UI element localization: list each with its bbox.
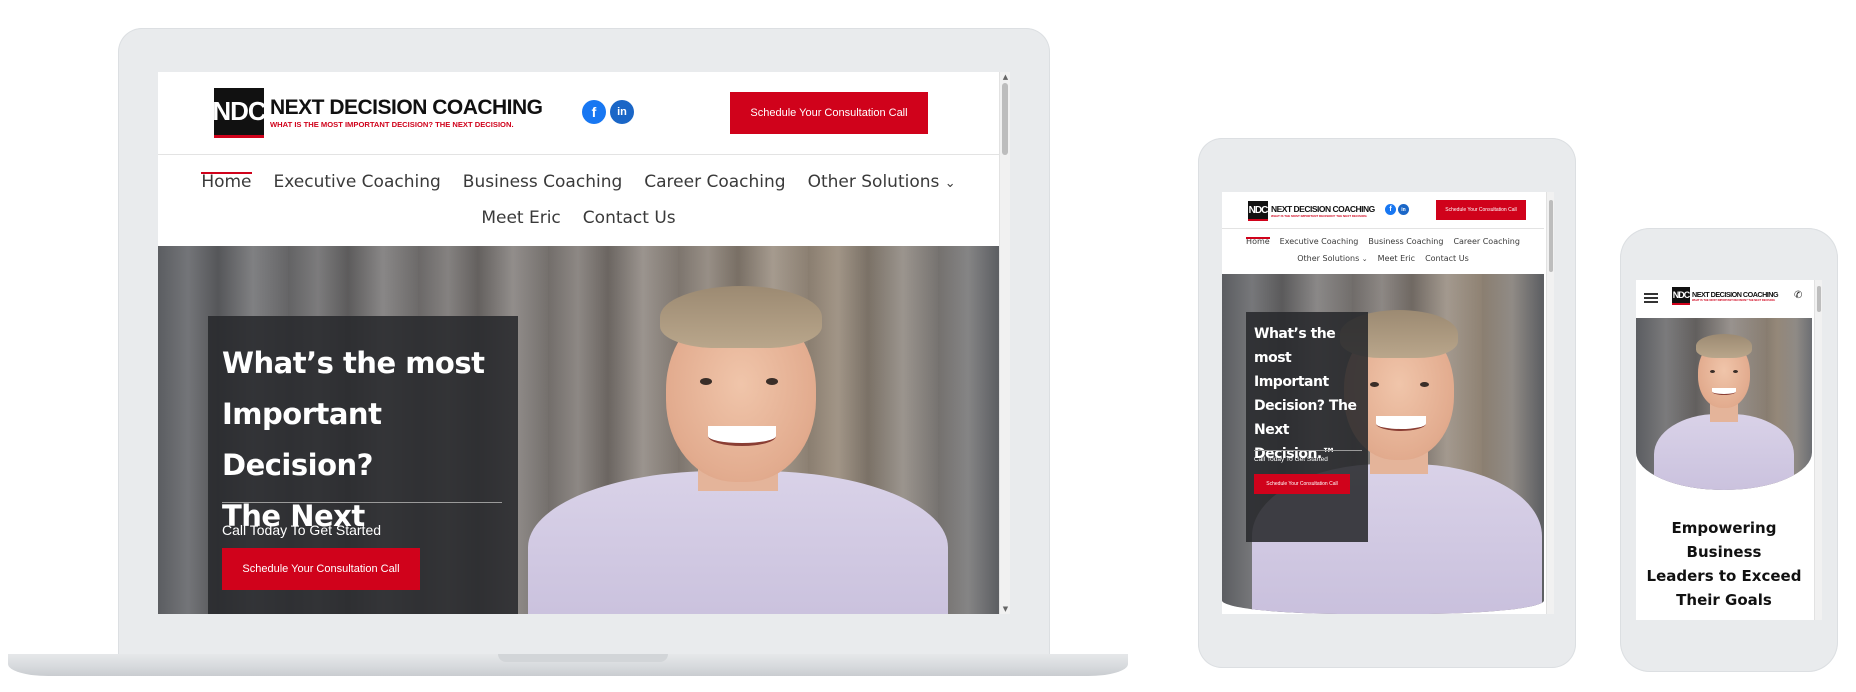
facebook-icon[interactable]: f xyxy=(582,100,606,124)
tablet-header-divider xyxy=(1222,228,1544,229)
tablet-hero-schedule-button[interactable]: Schedule Your Consultation Call xyxy=(1254,474,1350,494)
laptop-screen: NDC NEXT DECISION COACHING WHAT IS THE M… xyxy=(158,72,1010,614)
tablet-nav-career-coaching[interactable]: Career Coaching xyxy=(1453,237,1520,254)
phone-site-logo[interactable]: NDC NEXT DECISION COACHING WHAT IS THE M… xyxy=(1672,287,1779,305)
nav-other-solutions[interactable]: Other Solutions ⌄ xyxy=(808,172,956,208)
hero-subtitle: Call Today To Get Started xyxy=(222,522,382,538)
hero-portrait xyxy=(528,246,948,614)
schedule-consultation-button[interactable]: Schedule Your Consultation Call xyxy=(730,92,928,134)
hero-section: What’s the most Important Decision? The … xyxy=(158,246,999,614)
phone-logo-name: NEXT DECISION COACHING xyxy=(1692,289,1779,299)
tablet-nav: Home Executive Coaching Business Coachin… xyxy=(1222,237,1544,263)
nav-meet-eric[interactable]: Meet Eric xyxy=(481,208,560,228)
phone-screen: NDC NEXT DECISION COACHING WHAT IS THE M… xyxy=(1636,280,1822,620)
phone-tagline: Empowering Business Leaders to Exceed Th… xyxy=(1636,516,1812,612)
tablet-schedule-button[interactable]: Schedule Your Consultation Call xyxy=(1436,200,1526,220)
linkedin-icon[interactable]: in xyxy=(610,100,634,124)
tablet-nav-business-coaching[interactable]: Business Coaching xyxy=(1368,237,1443,254)
tablet-hero-card: What’s the most Important Decision? The … xyxy=(1246,312,1368,542)
tablet-hero-line-3: Decision? The xyxy=(1254,398,1357,414)
tablet-nav-executive-coaching[interactable]: Executive Coaching xyxy=(1280,237,1359,254)
tablet-facebook-icon[interactable]: f xyxy=(1385,204,1396,215)
tablet-nav-other-solutions-label: Other Solutions xyxy=(1297,254,1360,263)
tablet-hero-line-4: Next xyxy=(1254,422,1289,438)
laptop-scrollbar[interactable]: ▲ ▼ xyxy=(999,72,1010,614)
phone-call-icon[interactable]: ✆ xyxy=(1794,290,1802,301)
tablet-screen: NDC NEXT DECISION COACHING WHAT IS THE M… xyxy=(1222,192,1554,614)
logo-mark: NDC xyxy=(212,88,267,138)
tablet-logo-mark: NDC xyxy=(1248,201,1268,221)
tablet-site-logo[interactable]: NDC NEXT DECISION COACHING WHAT IS THE M… xyxy=(1248,201,1375,221)
tablet-linkedin-icon[interactable]: in xyxy=(1398,204,1409,215)
phone-logo-tagline: WHAT IS THE MOST IMPORTANT DECISION? THE… xyxy=(1692,298,1776,302)
nav-career-coaching[interactable]: Career Coaching xyxy=(644,172,785,208)
main-nav: Home Executive Coaching Business Coachin… xyxy=(158,172,999,228)
tablet-social-links: f in xyxy=(1385,204,1409,215)
tablet-hero-divider xyxy=(1254,450,1362,451)
scrollbar-thumb[interactable] xyxy=(1002,83,1008,155)
phone-tagline-line-2: Leaders to Exceed xyxy=(1646,567,1802,585)
nav-contact-us[interactable]: Contact Us xyxy=(583,208,676,228)
phone-tagline-line-1: Empowering Business xyxy=(1671,519,1777,561)
site-logo[interactable]: NDC NEXT DECISION COACHING WHAT IS THE M… xyxy=(212,88,543,138)
tablet-nav-contact-us[interactable]: Contact Us xyxy=(1425,254,1469,263)
hero-schedule-button[interactable]: Schedule Your Consultation Call xyxy=(222,548,420,590)
hero-title-line2: Important Decision? xyxy=(222,397,382,482)
social-links: f in xyxy=(582,100,634,124)
logo-tagline: WHAT IS THE MOST IMPORTANT DECISION? THE… xyxy=(270,120,514,129)
logo-name: NEXT DECISION COACHING xyxy=(270,96,543,119)
hero-title-line1: What’s the most xyxy=(222,346,485,380)
tablet-nav-meet-eric[interactable]: Meet Eric xyxy=(1378,254,1415,263)
tablet-logo-name: NEXT DECISION COACHING xyxy=(1271,203,1375,214)
hamburger-menu-icon[interactable] xyxy=(1644,293,1658,303)
hero-card: What’s the most Important Decision? The … xyxy=(208,316,518,614)
nav-home[interactable]: Home xyxy=(201,172,252,208)
phone-hero-image xyxy=(1636,318,1812,490)
scroll-up-icon[interactable]: ▲ xyxy=(1000,72,1010,82)
nav-other-solutions-label: Other Solutions xyxy=(807,172,940,192)
tablet-nav-home[interactable]: Home xyxy=(1246,237,1270,254)
phone-logo-mark: NDC xyxy=(1672,287,1690,305)
nav-business-coaching[interactable]: Business Coaching xyxy=(463,172,622,208)
phone-scrollbar[interactable] xyxy=(1814,280,1822,620)
tablet-scrollbar-thumb[interactable] xyxy=(1549,200,1553,272)
tablet-chevron-down-icon: ⌄ xyxy=(1361,255,1368,263)
scroll-down-icon[interactable]: ▼ xyxy=(1000,604,1010,614)
header-divider xyxy=(158,154,999,155)
tablet-nav-other-solutions[interactable]: Other Solutions ⌄ xyxy=(1297,254,1367,263)
tablet-hero-line-2: Important xyxy=(1254,374,1329,390)
tablet-hero-subtitle: Call Today To Get Started xyxy=(1254,456,1328,463)
tablet-scrollbar[interactable] xyxy=(1546,192,1554,614)
tablet-hero-line-1: What’s the most xyxy=(1254,326,1336,366)
tablet-hero-section: What’s the most Important Decision? The … xyxy=(1222,274,1544,614)
phone-scrollbar-thumb[interactable] xyxy=(1817,286,1821,312)
tablet-logo-tagline: WHAT IS THE MOST IMPORTANT DECISION? THE… xyxy=(1271,213,1368,218)
phone-hero-portrait xyxy=(1654,318,1794,490)
laptop-notch xyxy=(498,654,668,662)
phone-tagline-line-3: Their Goals xyxy=(1676,591,1772,609)
nav-executive-coaching[interactable]: Executive Coaching xyxy=(274,172,441,208)
chevron-down-icon: ⌄ xyxy=(944,176,956,191)
hero-divider xyxy=(222,502,502,503)
